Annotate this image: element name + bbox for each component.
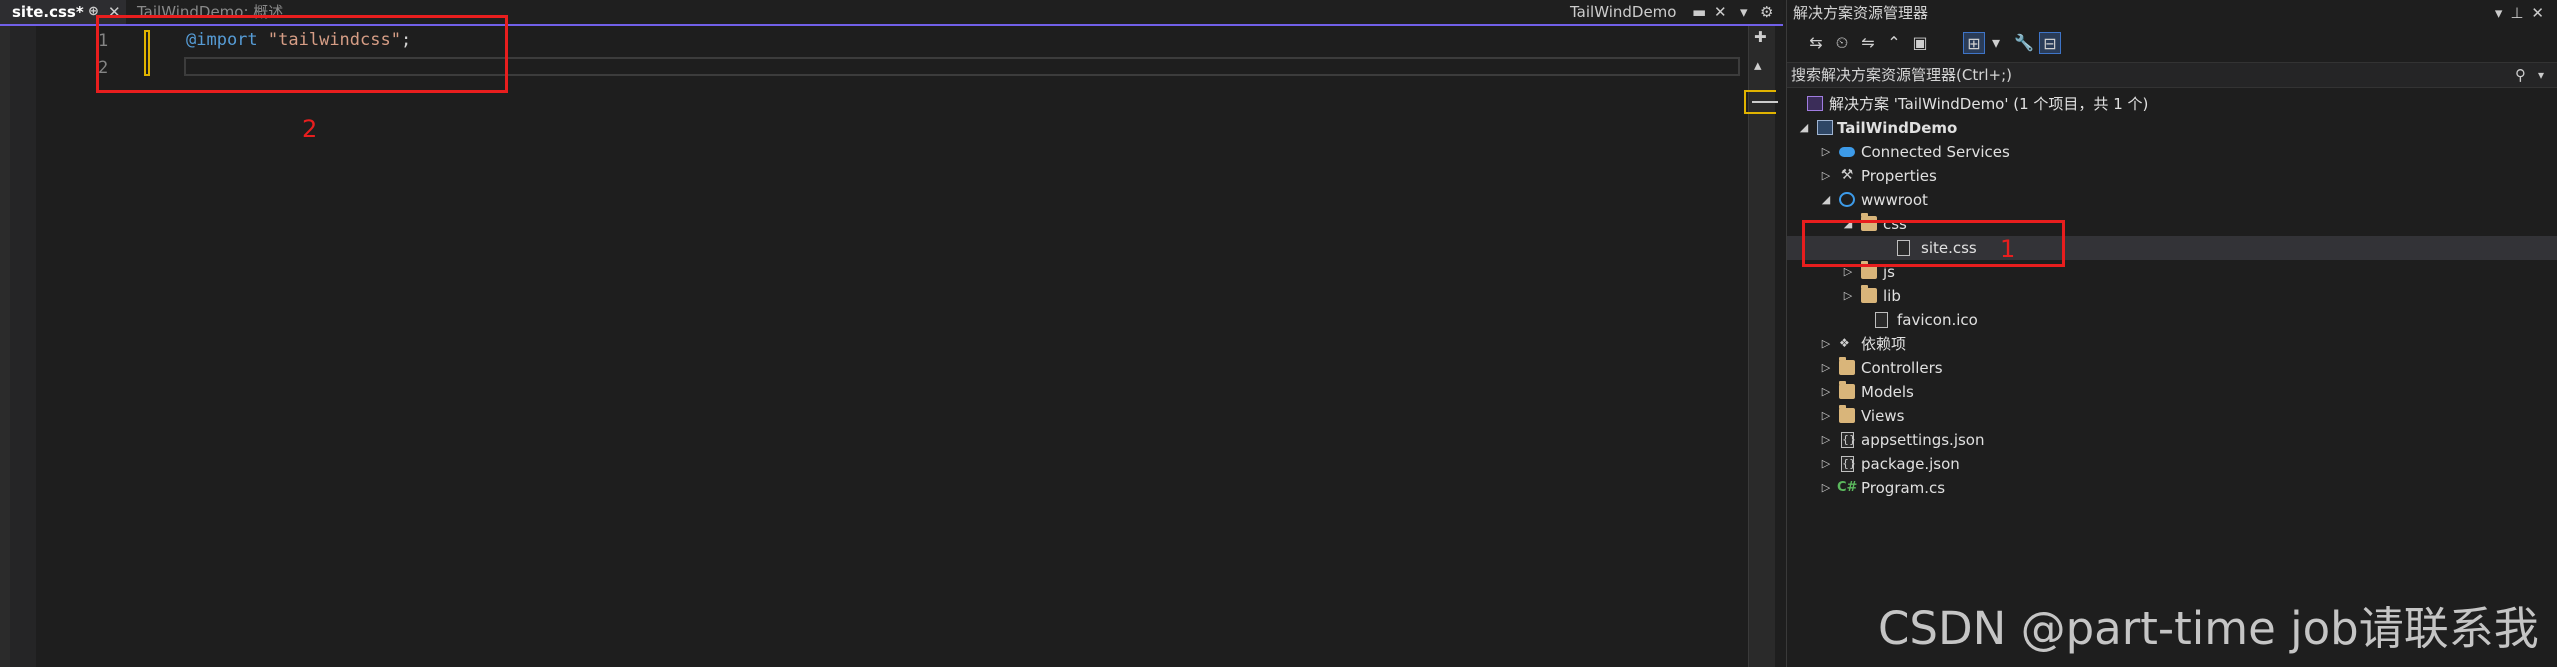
close-icon[interactable]: ✕ [1714,0,1727,24]
panel-title: 解决方案资源管理器 [1793,4,1929,22]
pending-changes-icon[interactable]: ⇋ [1857,32,1879,54]
tree-item-solution[interactable]: 解决方案 'TailWindDemo' (1 个项目，共 1 个) [1787,92,2557,116]
chevron-down-icon[interactable]: ▾ [2495,4,2511,22]
history-icon[interactable]: ⏲ [1831,32,1853,54]
active-project-label[interactable]: TailWindDemo [1570,0,1676,24]
tree-item-label: Views [1861,407,1905,425]
tree-item-wwwroot[interactable]: ◢ wwwroot [1787,188,2557,212]
folder-icon [1839,357,1855,375]
gear-icon[interactable]: ⚙ [1760,0,1773,24]
tree-item-favicon[interactable]: favicon.ico [1787,308,2557,332]
expand-arrow-icon[interactable]: ▷ [1819,452,1833,476]
solution-explorer-toolbar: ⇆ ⏲ ⇋ ⌃ ▣ ⊞ ▾ 🔧 ⊟ [1787,28,2557,60]
sync-icon[interactable]: ⇆ [1805,32,1827,54]
show-all-files-icon[interactable]: ▣ [1909,32,1931,54]
chevron-down-icon[interactable]: ▾ [1985,32,2007,54]
close-icon[interactable]: ✕ [2531,4,2552,22]
code-editor[interactable] [36,26,1746,667]
tree-item-models[interactable]: ▷ Models [1787,380,2557,404]
scroll-up-icon[interactable]: ▴ [1754,56,1762,74]
tree-item-label: TailWindDemo [1837,119,1958,137]
wrench-icon: ⚒ [1840,167,1854,183]
preview-selected-icon[interactable]: ⊟ [2039,32,2061,54]
tree-item-controllers[interactable]: ▷ Controllers [1787,356,2557,380]
scrollbar-caret-marker [1752,101,1778,103]
tree-item-appsettings[interactable]: ▷ {} appsettings.json [1787,428,2557,452]
tree-item-label: lib [1883,287,1901,305]
annotation-box-editor [96,15,508,93]
expand-arrow-icon[interactable]: ▷ [1841,284,1855,308]
search-options-icon[interactable]: ▾ [2538,63,2544,87]
panel-title-icons: ▾⊥✕ [2495,0,2552,26]
expand-arrow-icon[interactable]: ▷ [1819,428,1833,452]
split-icon[interactable]: ✚ [1754,28,1767,46]
tree-item-label: Controllers [1861,359,1943,377]
vertical-scrollbar[interactable]: ✚ ▴ [1748,26,1775,667]
tree-item-connected-services[interactable]: ▷ Connected Services [1787,140,2557,164]
collapse-all-icon[interactable]: ⌃ [1883,32,1905,54]
expand-arrow-icon[interactable]: ◢ [1819,188,1833,212]
annotation-label-1: 1 [2000,235,2016,263]
tree-item-views[interactable]: ▷ Views [1787,404,2557,428]
folder-icon [1839,405,1855,423]
annotation-label-2: 2 [302,115,318,143]
expand-arrow-icon[interactable]: ▷ [1819,356,1833,380]
tree-item-label: wwwroot [1861,191,1928,209]
tree-item-label: favicon.ico [1897,311,1978,329]
view-switch-icon[interactable]: ⊞ [1963,32,1985,54]
tree-item-label: appsettings.json [1861,431,1985,449]
tree-item-program-cs[interactable]: ▷ C# Program.cs [1787,476,2557,500]
annotation-box-file [1802,220,2065,267]
tree-item-project[interactable]: ◢ TailWindDemo [1787,116,2557,140]
tree-item-label: Program.cs [1861,479,1946,497]
tree-item-lib[interactable]: ▷ lib [1787,284,2557,308]
pin-icon[interactable]: ⊥ [2510,4,2531,22]
expand-arrow-icon[interactable]: ▷ [1819,404,1833,428]
tree-item-label: Connected Services [1861,143,2010,161]
connected-services-icon [1839,147,1855,157]
dependencies-icon: ❖ [1839,336,1850,350]
expand-arrow-icon[interactable]: ▷ [1819,164,1833,188]
tree-item-label: Models [1861,383,1914,401]
expand-arrow-icon[interactable]: ▷ [1819,332,1833,356]
expand-arrow-icon[interactable]: ▷ [1819,380,1833,404]
tree-item-label: 依赖项 [1861,335,1907,353]
file-icon [1875,312,1888,328]
json-file-icon: {} [1841,456,1856,472]
dock-icon[interactable]: ▬ [1692,0,1706,24]
chevron-down-icon[interactable]: ▾ [1740,0,1748,24]
tree-item-package-json[interactable]: ▷ {} package.json [1787,452,2557,476]
tab-label: site.css* [12,3,84,21]
search-icon[interactable]: ⚲ [2515,63,2526,87]
watermark: CSDN @part-time job请联系我 [1878,602,2539,655]
indicator-margin [10,26,36,667]
solution-explorer: 解决方案资源管理器 ▾⊥✕ ⇆ ⏲ ⇋ ⌃ ▣ ⊞ ▾ 🔧 ⊟ 搜索解决方案资源… [1786,0,2557,667]
tree-item-label: package.json [1861,455,1960,473]
search-input[interactable]: 搜索解决方案资源管理器(Ctrl+;) [1791,63,2012,87]
solution-search-box[interactable]: 搜索解决方案资源管理器(Ctrl+;) ⚲ ▾ [1787,62,2557,88]
tree-item-dependencies[interactable]: ▷ ❖ 依赖项 [1787,332,2557,356]
folder-icon [1861,285,1877,303]
project-icon [1817,120,1833,135]
json-file-icon: {} [1841,432,1856,448]
folder-icon [1839,381,1855,399]
properties-wrench-icon[interactable]: 🔧 [2013,32,2035,54]
csharp-file-icon: C# [1837,480,1858,495]
expand-arrow-icon[interactable]: ◢ [1797,116,1811,140]
tree-item-label: Properties [1861,167,1937,185]
tree-item-label: 解决方案 'TailWindDemo' (1 个项目，共 1 个) [1829,95,2149,113]
left-margin [0,26,10,667]
expand-arrow-icon[interactable]: ▷ [1819,140,1833,164]
expand-arrow-icon[interactable]: ▷ [1819,476,1833,500]
tree-item-properties[interactable]: ▷ ⚒ Properties [1787,164,2557,188]
solution-icon [1807,96,1823,111]
globe-icon [1839,192,1855,207]
